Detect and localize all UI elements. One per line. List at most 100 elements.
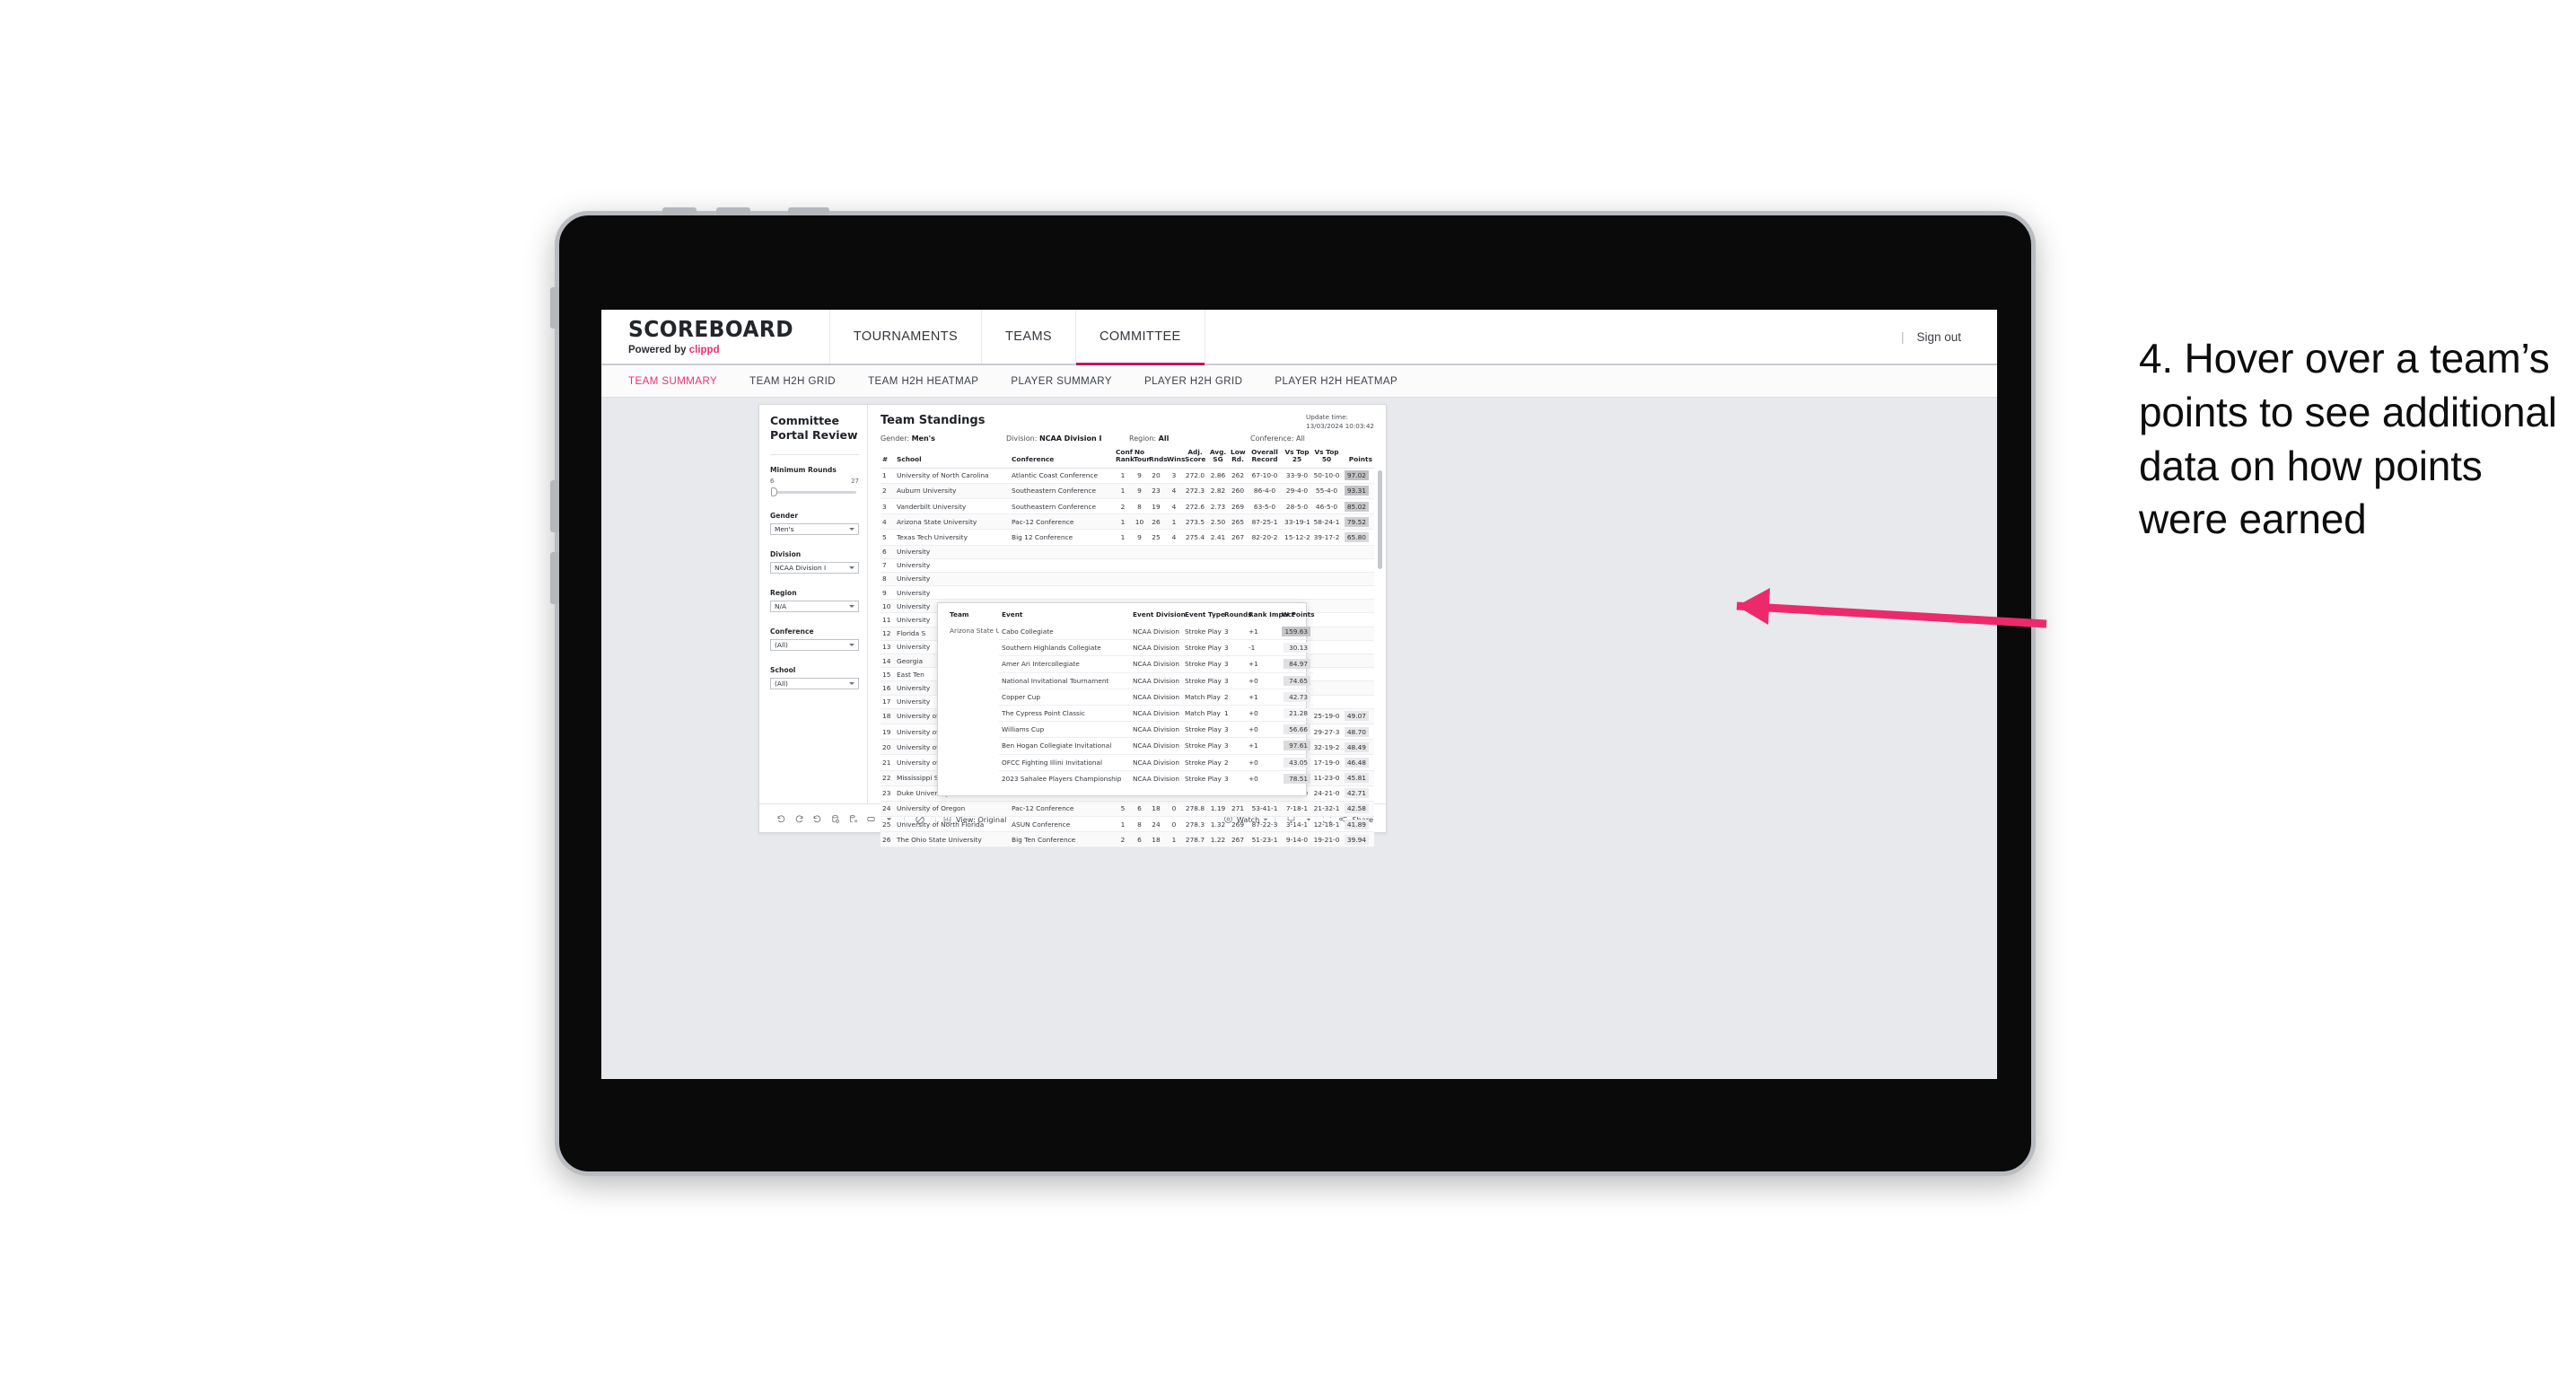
minimum-rounds-label: Minimum Rounds (770, 466, 837, 475)
cell-points (1342, 612, 1374, 627)
division-select[interactable]: NCAA Division I (770, 562, 859, 575)
points-value[interactable]: 48.70 (1344, 726, 1369, 737)
update-time-label: Update time: (1306, 413, 1348, 421)
cell-vs-top-50: 21-32-1 (1311, 801, 1342, 818)
undo-icon[interactable] (772, 811, 790, 829)
points-value[interactable]: 46.48 (1344, 757, 1369, 768)
nav-item-committee[interactable]: COMMITTEE (1076, 310, 1205, 365)
col-vs-top-25[interactable]: Vs Top 25 (1283, 448, 1311, 469)
col-rank[interactable]: # (881, 449, 895, 469)
meta-division-value: NCAA Division I (1038, 434, 1102, 443)
col-school[interactable]: School (895, 449, 1010, 469)
table-row[interactable]: 1 University of North Carolina Atlantic Co… (881, 468, 1374, 484)
cell-conference: ASUN Conference (1010, 816, 1114, 833)
device-button-side-1 (550, 287, 559, 329)
points-value[interactable]: 49.07 (1344, 711, 1369, 722)
tooltip-table-head: Team Event Event Division Event Type Rou… (947, 610, 1314, 624)
points-value[interactable]: 42.71 (1344, 788, 1369, 799)
cell-avg-sg: 2.86 (1207, 468, 1229, 484)
points-value[interactable]: 85.02 (1344, 501, 1369, 512)
tooltip-row: Southern Highlands Collegiate NCAA Divisi… (947, 639, 1313, 656)
points-value[interactable]: 41.89 (1344, 819, 1369, 829)
redo-icon[interactable] (790, 811, 808, 829)
cell-no-tour: 6 (1132, 801, 1147, 818)
col-adj-score[interactable]: Adj. Score (1183, 448, 1207, 469)
table-vertical-scrollbar[interactable] (1378, 470, 1382, 569)
cell-vs-top-25 (1283, 572, 1311, 587)
table-row[interactable]: 3 Vanderbilt University Southeastern Confe… (881, 498, 1374, 515)
points-value[interactable]: 79.52 (1344, 516, 1369, 527)
points-value[interactable]: 39.94 (1344, 834, 1369, 845)
points-value[interactable]: 65.80 (1344, 531, 1369, 542)
col-overall[interactable]: Overall Record (1247, 448, 1283, 469)
minimum-rounds-slider[interactable] (770, 487, 859, 497)
col-vs-top-50[interactable]: Vs Top 50 (1311, 448, 1342, 469)
tooltip-cell-division: NCAA Division I (1130, 671, 1182, 689)
table-row[interactable]: 2 Auburn University Southeastern Conferenc… (881, 483, 1374, 499)
col-low-rd[interactable]: Low Rd. (1229, 448, 1247, 469)
table-row[interactable]: 25 University of North Florida ASUN Confer… (881, 816, 1374, 833)
brand-logo[interactable]: SCOREBOARD Powered by clippd (601, 310, 830, 364)
tooltip-cell-rounds: 3 (1222, 721, 1246, 738)
points-value[interactable]: 97.02 (1344, 470, 1369, 481)
cell-no-tour: 10 (1132, 513, 1147, 531)
portal-review-title: Committee Portal Review (770, 414, 859, 442)
table-row[interactable]: 26 The Ohio State University Big Ten Confe… (881, 831, 1374, 848)
cell-avg-sg (1207, 545, 1229, 559)
cell-conference (1010, 545, 1114, 559)
tooltip-cell-rounds: 2 (1222, 688, 1246, 706)
cell-no-tour: 9 (1132, 529, 1147, 546)
col-avg-sg[interactable]: Avg. SG (1207, 448, 1229, 469)
cell-school: Texas Tech University (895, 529, 1010, 546)
tooltip-cell-division: NCAA Division I (1130, 655, 1182, 673)
table-row[interactable]: 24 University of Oregon Pac-12 Conference 5… (881, 801, 1374, 818)
tab-player-summary[interactable]: PLAYER SUMMARY (1011, 376, 1112, 387)
table-row[interactable]: 6 University (881, 545, 1374, 559)
tableau-dashboard-card: Committee Portal Review Minimum Rounds 6… (758, 404, 1387, 848)
col-points[interactable]: Points (1342, 449, 1374, 469)
points-value[interactable]: 45.81 (1344, 773, 1369, 784)
col-wins[interactable]: Wins (1165, 449, 1185, 469)
tab-team-h2h-heatmap[interactable]: TEAM H2H HEATMAP (868, 376, 978, 387)
gender-select[interactable]: Men's (770, 523, 859, 536)
sign-out-link[interactable]: Sign out (1916, 330, 1961, 344)
col-conference[interactable]: Conference (1010, 449, 1114, 469)
tab-player-h2h-heatmap[interactable]: PLAYER H2H HEATMAP (1275, 376, 1398, 387)
col-conf-rank[interactable]: Conf Rank (1114, 448, 1135, 469)
points-value[interactable]: 42.58 (1344, 803, 1369, 814)
division-value: NCAA Division I (775, 564, 827, 573)
nav-item-teams[interactable]: TEAMS (982, 310, 1076, 364)
refresh-data-icon[interactable] (826, 811, 844, 829)
table-row[interactable]: 9 University (881, 585, 1374, 601)
cell-points: 49.07 (1342, 708, 1374, 724)
cell-low-rd: 271 (1229, 801, 1247, 818)
tooltip-cell-w-points: 43.05 (1279, 753, 1313, 771)
points-value[interactable]: 48.49 (1344, 741, 1369, 752)
cell-overall: 87-25-1 (1247, 513, 1283, 531)
table-row[interactable]: 7 University (881, 558, 1374, 573)
tab-team-summary[interactable]: TEAM SUMMARY (628, 376, 717, 387)
cell-vs-top-50: 25-19-0 (1311, 708, 1342, 724)
col-no-tour[interactable]: No Tour (1132, 448, 1150, 469)
points-value[interactable]: 93.31 (1344, 486, 1369, 496)
cell-conference (1010, 558, 1114, 573)
nav-item-tournaments[interactable]: TOURNAMENTS (830, 310, 983, 364)
school-select[interactable]: (All) (770, 678, 859, 690)
slider-handle[interactable] (771, 487, 777, 497)
table-row[interactable]: 5 Texas Tech University Big 12 Conference 1… (881, 529, 1374, 546)
pause-updates-icon[interactable] (844, 811, 862, 829)
meta-gender: Gender: Men's (881, 434, 1006, 443)
tab-team-h2h-grid[interactable]: TEAM H2H GRID (749, 376, 836, 387)
revert-icon[interactable] (808, 811, 826, 829)
table-row[interactable]: 4 Arizona State University Pac-12 Conferen… (881, 513, 1374, 531)
table-row[interactable]: 8 University (881, 572, 1374, 587)
tooltip-cell-event: Cabo Collegiate (1002, 627, 1054, 636)
tooltip-cell-rank-impact: +0 (1246, 704, 1279, 722)
conference-select[interactable]: (All) (770, 639, 859, 652)
tooltip-cell-division: NCAA Division I (1130, 704, 1182, 722)
tab-player-h2h-grid[interactable]: PLAYER H2H GRID (1144, 376, 1242, 387)
cell-wins (1165, 585, 1183, 601)
col-rnds[interactable]: Rnds (1147, 449, 1168, 469)
region-select[interactable]: N/A (770, 601, 859, 613)
cell-rnds (1147, 545, 1165, 559)
